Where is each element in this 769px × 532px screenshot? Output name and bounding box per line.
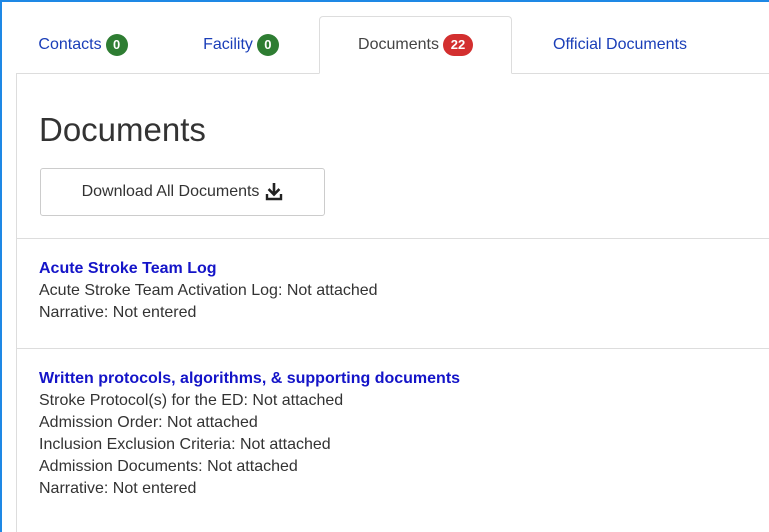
document-status-line: Inclusion Exclusion Criteria: Not attach… bbox=[39, 436, 331, 453]
tab-official-documents-label: Official Documents bbox=[553, 35, 687, 53]
tab-official-documents[interactable]: Official Documents bbox=[526, 16, 714, 73]
download-icon bbox=[266, 183, 283, 201]
section-divider bbox=[17, 238, 769, 239]
document-group-written-protocols: Written protocols, algorithms, & support… bbox=[39, 368, 460, 500]
section-divider bbox=[17, 348, 769, 349]
document-status-line: Admission Documents: Not attached bbox=[39, 458, 298, 475]
tab-facility-badge: 0 bbox=[256, 33, 279, 56]
document-status-line: Narrative: Not entered bbox=[39, 480, 197, 497]
document-status-line: Acute Stroke Team Activation Log: Not at… bbox=[39, 282, 378, 299]
download-all-documents-label: Download All Documents bbox=[81, 183, 260, 200]
tab-facility-label: Facility bbox=[203, 35, 253, 53]
tab-documents[interactable]: Documents 22 bbox=[319, 16, 512, 74]
tab-contacts-badge: 0 bbox=[105, 33, 128, 56]
tab-documents-badge: 22 bbox=[442, 34, 473, 56]
document-status-line: Stroke Protocol(s) for the ED: Not attac… bbox=[39, 392, 344, 409]
tab-contacts-label: Contacts bbox=[38, 35, 102, 53]
tab-contacts[interactable]: Contacts 0 bbox=[18, 16, 148, 73]
document-status-line: Narrative: Not entered bbox=[39, 304, 197, 321]
document-group-title-link[interactable]: Written protocols, algorithms, & support… bbox=[39, 368, 460, 390]
document-status-line: Admission Order: Not attached bbox=[39, 414, 258, 431]
download-all-documents-button[interactable]: Download All Documents bbox=[40, 168, 325, 216]
document-group-acute-stroke: Acute Stroke Team Log Acute Stroke Team … bbox=[39, 258, 378, 324]
tab-bar: Contacts 0 Facility 0 Documents 22 Offic… bbox=[16, 16, 769, 74]
tab-documents-label: Documents bbox=[358, 36, 439, 53]
document-group-title-link[interactable]: Acute Stroke Team Log bbox=[39, 258, 378, 280]
documents-panel: Documents Download All Documents Acute S… bbox=[16, 73, 769, 532]
page-title: Documents bbox=[39, 111, 206, 148]
tab-facility[interactable]: Facility 0 bbox=[176, 16, 306, 73]
